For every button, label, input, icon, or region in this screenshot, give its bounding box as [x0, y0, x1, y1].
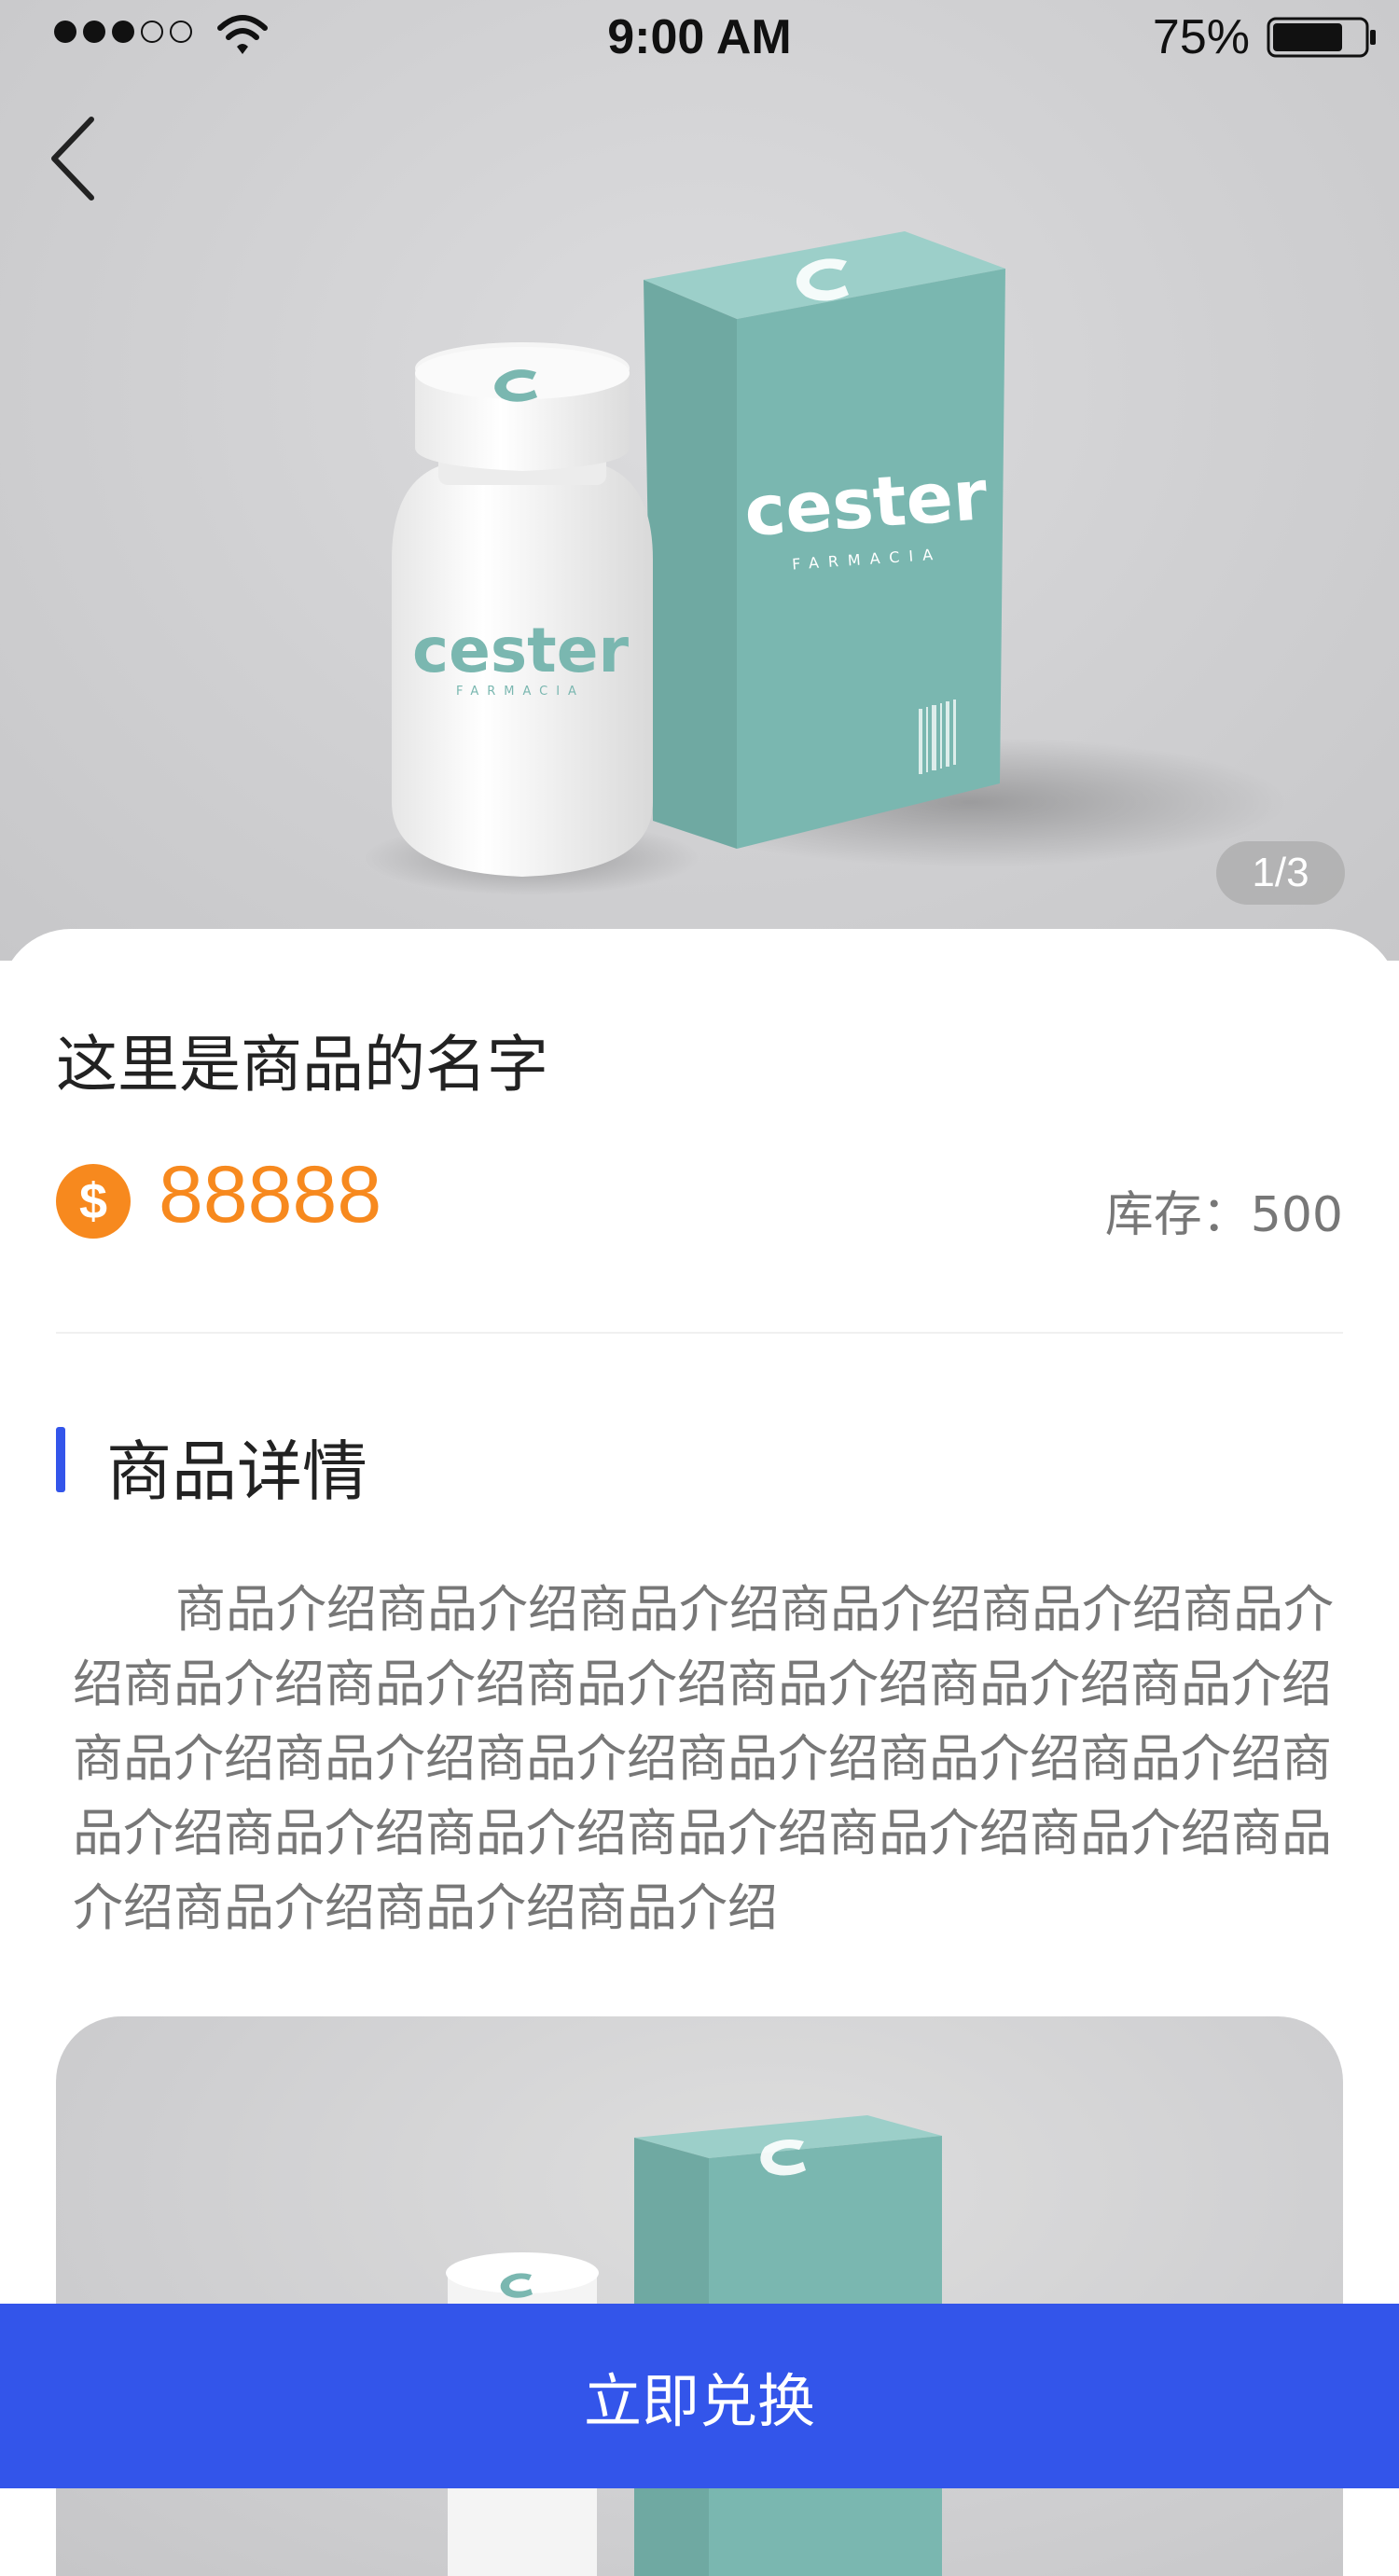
product-name: 这里是商品的名字	[56, 1029, 548, 1101]
product-image: cester FARMACIA cester FARMACIA	[364, 231, 1287, 895]
detail-product-image	[446, 2115, 942, 2576]
detail-image	[56, 2016, 1343, 2576]
divider	[56, 1332, 1343, 1334]
product-info-card: 这里是商品的名字 $ 88888 库存：500 商品详情 商品介绍商品介绍商品介…	[0, 929, 1399, 2576]
product-description: 商品介绍商品介绍商品介绍商品介绍商品介绍商品介绍商品介绍商品介绍商品介绍商品介绍…	[73, 1580, 1334, 1937]
exchange-now-button[interactable]: 立即兑换	[0, 2304, 1399, 2488]
section-title-details: 商品详情	[106, 1433, 367, 1510]
product-gallery[interactable]: 9:00 AM 75% cester FARMACIA cester FARMA…	[0, 0, 1399, 961]
bottle-brand-text: cester	[412, 615, 629, 686]
bottle-brand-subtext: FARMACIA	[456, 685, 585, 699]
product-price: 88888	[159, 1150, 382, 1240]
section-accent-bar	[56, 1427, 65, 1492]
box-brand-text: cester	[741, 455, 990, 552]
product-stock: 库存：500	[1104, 1187, 1343, 1243]
gallery-page-indicator: 1/3	[1216, 841, 1345, 905]
dollar-coin-icon: $	[56, 1164, 131, 1239]
